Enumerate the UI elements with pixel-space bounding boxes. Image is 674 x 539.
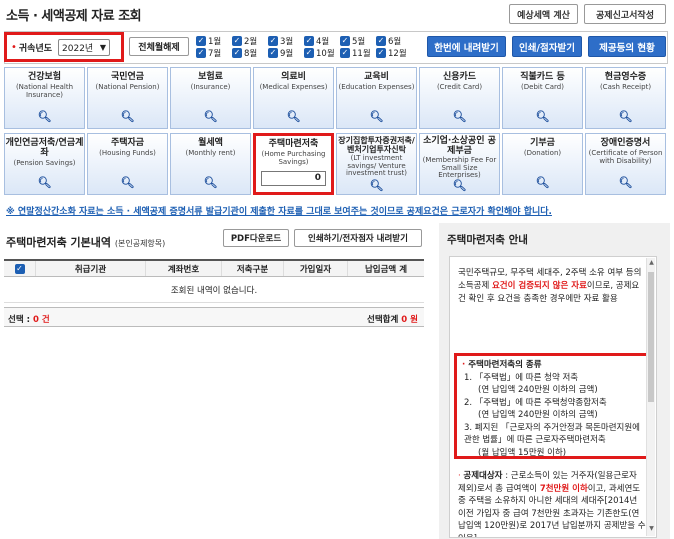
savings-amount: 0 <box>261 171 326 186</box>
search-icon: 🔍︎ <box>203 110 218 123</box>
scroll-up-icon[interactable]: ▲ <box>647 259 656 269</box>
search-icon: 🔍︎ <box>37 176 52 189</box>
column-join-date: 가입일자 <box>284 261 348 276</box>
search-icon: 🔍︎ <box>535 176 550 189</box>
chevron-down-icon: ▼ <box>99 42 107 52</box>
search-icon: 🔍︎ <box>37 110 52 123</box>
check-icon: ✓ <box>196 48 206 58</box>
all-months-toggle-button[interactable]: 전체월해제 <box>129 37 189 56</box>
check-icon: ✓ <box>196 36 206 46</box>
month-checkbox[interactable]: ✓ 10월 <box>304 47 335 59</box>
check-icon: ✓ <box>376 36 386 46</box>
notice-link[interactable]: ※ 연말정산간소화 자료는 소득 · 세액공제 증명서류 발급기관이 제출한 자… <box>6 204 552 217</box>
download-all-button[interactable]: 한번에 내려받기 <box>427 36 506 57</box>
tile-insurance[interactable]: 보험료 (Insurance) 🔍︎ <box>170 67 251 129</box>
print-braille-button[interactable]: 인쇄/점자받기 <box>512 36 582 57</box>
guide-title: 주택마련저축 안내 <box>447 234 528 246</box>
guide-intro: 국민주택규모, 무주택 세대주, 2주택 소유 여부 등의 소득공제 요건이 검… <box>458 268 642 304</box>
month-checkbox[interactable]: ✓ 7월 <box>196 47 221 59</box>
guide-scrollbar[interactable]: ▲ ▼ <box>646 258 655 536</box>
tile-cash-receipt[interactable]: 현금영수증 (Cash Receipt) 🔍︎ <box>585 67 666 129</box>
print-braille-download-button[interactable]: 인쇄하기/전자점자 내려받기 <box>294 229 422 247</box>
month-checkbox[interactable]: ✓ 6월 <box>376 35 401 47</box>
eligible-persons: · 공제대상자 : 근로소득이 있는 거주자(일용근로자 제외)로서 총 급여액… <box>458 471 646 537</box>
column-account: 계좌번호 <box>146 261 222 276</box>
search-icon: 🔍︎ <box>286 110 301 123</box>
savings-kinds-box: · 주택마련저축의 종류 1. 「주택법」에 따른 청약 저축 (연 납입액 2… <box>454 353 654 459</box>
table-header: ✓ 취급기관 계좌번호 저축구분 가입일자 납입금액 계 <box>4 259 424 277</box>
tile-pension-savings[interactable]: 개인연금저축/연금계좌 (Pension Savings) 🔍︎ <box>4 133 85 195</box>
pdf-download-button[interactable]: PDF다운로드 <box>223 229 289 247</box>
year-label: 귀속년도 <box>18 43 53 54</box>
select-all-checkbox[interactable]: ✓ <box>4 261 36 276</box>
empty-message: 조회된 내역이 없습니다. <box>4 277 424 303</box>
column-institution: 취급기관 <box>36 261 146 276</box>
check-icon: ✓ <box>304 48 314 58</box>
month-checkbox[interactable]: ✓ 3월 <box>268 35 293 47</box>
tile-education-expenses[interactable]: 교육비 (Education Expenses) 🔍︎ <box>336 67 417 129</box>
savings-table: ✓ 취급기관 계좌번호 저축구분 가입일자 납입금액 계 조회된 내역이 없습니… <box>4 259 424 303</box>
tile-health-insurance[interactable]: 건강보험 (National Health Insurance) 🔍︎ <box>4 67 85 129</box>
guide-panel: 주택마련저축 안내 국민주택규모, 무주택 세대주, 2주택 소유 여부 등의 … <box>439 223 670 539</box>
month-checkbox[interactable]: ✓ 4월 <box>304 35 329 47</box>
tile-lt-investment-savings[interactable]: 장기집합투자증권저축/벤처기업투자신탁 (LT investment savin… <box>336 133 417 195</box>
month-checkbox[interactable]: ✓ 8월 <box>232 47 257 59</box>
year-select[interactable]: 2022년 ▼ <box>58 38 111 56</box>
tile-small-enterprise-fee[interactable]: 소기업·소상공인 공제부금 (Membership Fee For Small … <box>419 133 500 195</box>
tile-debit-card[interactable]: 직불카드 등 (Debit Card) 🔍︎ <box>502 67 583 129</box>
month-checkbox[interactable]: ✓ 9월 <box>268 47 293 59</box>
scroll-down-icon[interactable]: ▼ <box>647 525 656 535</box>
check-icon: ✓ <box>268 48 278 58</box>
year-filter: • 귀속년도 2022년 ▼ <box>4 32 124 62</box>
tile-national-pension[interactable]: 국민연금 (National Pension) 🔍︎ <box>87 67 168 129</box>
search-icon: 🔍︎ <box>369 179 384 192</box>
guide-content[interactable]: 국민주택규모, 무주택 세대주, 2주택 소유 여부 등의 소득공제 요건이 검… <box>449 256 657 538</box>
year-value: 2022년 <box>62 43 94 54</box>
search-icon: 🔍︎ <box>618 176 633 189</box>
write-report-button[interactable]: 공제신고서작성 <box>584 4 666 24</box>
month-checkbox[interactable]: ✓ 12월 <box>376 47 407 59</box>
search-icon: 🔍︎ <box>120 176 135 189</box>
tile-home-purchasing-savings[interactable]: 주택마련저축 (Home Purchasing Savings) 0 <box>253 133 334 195</box>
tile-medical-expenses[interactable]: 의료비 (Medical Expenses) 🔍︎ <box>253 67 334 129</box>
month-checkboxes: ✓ 1월 ✓ 2월 ✓ 3월 ✓ 4월 ✓ 5월 ✓ 6월 ✓ 7월 ✓ 8월 ✓ 9월 ✓ 10월… <box>196 35 416 61</box>
tile-donation[interactable]: 기부금 (Donation) 🔍︎ <box>502 133 583 195</box>
check-icon: ✓ <box>268 36 278 46</box>
selected-count: 0 건 <box>32 315 50 325</box>
check-icon: ✓ <box>376 48 386 58</box>
page-title: 소득 · 세액공제 자료 조회 <box>6 9 142 24</box>
search-icon: 🔍︎ <box>452 179 467 192</box>
search-icon: 🔍︎ <box>203 176 218 189</box>
tile-disability-certificate[interactable]: 장애인증명서 (Certificate of Person with Disab… <box>585 133 666 195</box>
selected-total: 0 원 <box>401 315 418 325</box>
search-icon: 🔍︎ <box>618 110 633 123</box>
month-checkbox[interactable]: ✓ 2월 <box>232 35 257 47</box>
tile-housing-funds[interactable]: 주택자금 (Housing Funds) 🔍︎ <box>87 133 168 195</box>
check-icon: ✓ <box>232 48 242 58</box>
tile-monthly-rent[interactable]: 월세액 (Monthly rent) 🔍︎ <box>170 133 251 195</box>
column-total-paid: 납입금액 계 <box>364 264 408 275</box>
bullet-icon: • <box>11 41 17 53</box>
search-icon: 🔍︎ <box>535 110 550 123</box>
search-icon: 🔍︎ <box>452 110 467 123</box>
table-footer: 선택 : 0 건 선택합계 0 원 <box>4 307 424 327</box>
check-icon: ✓ <box>340 36 350 46</box>
section-title: 주택마련저축 기본내역 (본인공제항목) <box>6 236 166 249</box>
check-icon: ✓ <box>14 263 25 274</box>
estimate-tax-button[interactable]: 예상세액 계산 <box>509 4 578 24</box>
category-tiles: 건강보험 (National Health Insurance) 🔍︎ 국민연금… <box>4 67 668 199</box>
check-icon: ✓ <box>232 36 242 46</box>
provision-status-button[interactable]: 제공등의 현황 <box>588 36 666 57</box>
check-icon: ✓ <box>304 36 314 46</box>
month-checkbox[interactable]: ✓ 11월 <box>340 47 371 59</box>
scroll-thumb[interactable] <box>648 272 654 402</box>
column-type: 저축구분 <box>222 261 284 276</box>
search-icon: 🔍︎ <box>120 110 135 123</box>
month-checkbox[interactable]: ✓ 5월 <box>340 35 365 47</box>
tile-credit-card[interactable]: 신용카드 (Credit Card) 🔍︎ <box>419 67 500 129</box>
check-icon: ✓ <box>340 48 350 58</box>
search-icon: 🔍︎ <box>369 110 384 123</box>
month-checkbox[interactable]: ✓ 1월 <box>196 35 221 47</box>
